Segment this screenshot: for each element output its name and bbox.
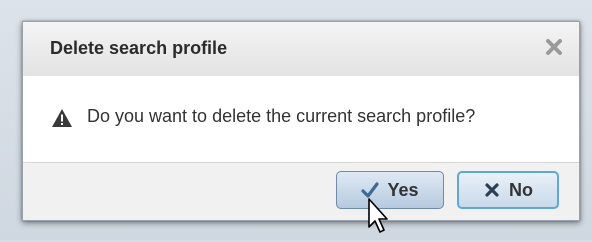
yes-button[interactable]: Yes — [336, 171, 444, 209]
close-icon[interactable] — [543, 36, 565, 58]
dialog-footer: Yes No — [23, 162, 579, 220]
warning-icon — [51, 108, 73, 128]
x-icon — [483, 181, 501, 199]
dialog-body: Do you want to delete the current search… — [23, 76, 579, 164]
dialog-title: Delete search profile — [50, 38, 228, 58]
yes-button-label: Yes — [387, 179, 419, 200]
dialog-titlebar: Delete search profile — [23, 22, 579, 77]
delete-profile-dialog: Delete search profile Do you want to del… — [22, 21, 580, 221]
dialog-message: Do you want to delete the current search… — [87, 106, 476, 126]
check-icon — [361, 181, 380, 199]
no-button[interactable]: No — [457, 171, 559, 209]
no-button-label: No — [509, 179, 533, 200]
